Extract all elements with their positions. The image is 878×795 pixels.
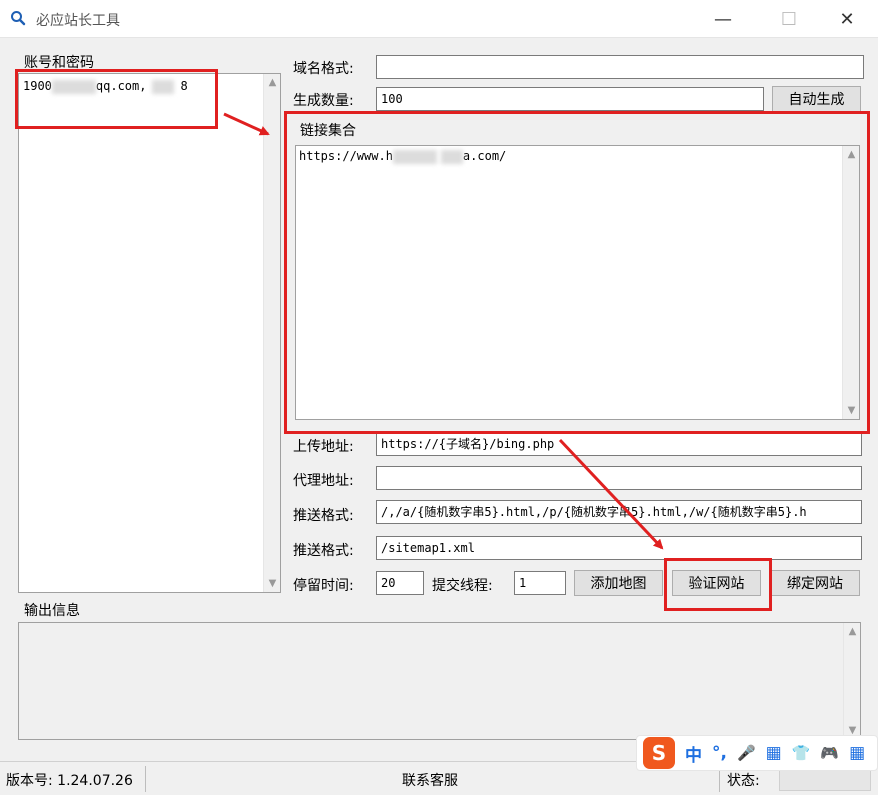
search-icon [11,11,26,26]
chevron-down-icon[interactable]: ▼ [264,575,281,592]
add-sitemap-button[interactable]: 添加地图 [574,570,663,596]
links-textarea[interactable]: https://www.h a.com/ ▲ ▼ [295,145,860,420]
game-icon[interactable]: 🎮 [820,744,839,762]
close-icon: ✕ [839,8,855,30]
chevron-up-icon[interactable]: ▲ [843,146,860,163]
proxy-addr-input[interactable] [376,466,862,490]
auto-generate-button[interactable]: 自动生成 [772,86,861,112]
gen-count-label: 生成数量: [293,93,354,109]
chevron-up-icon[interactable]: ▲ [844,623,861,640]
links-scrollbar[interactable]: ▲ ▼ [842,146,859,419]
microphone-icon[interactable]: 🎤 [737,744,756,762]
minimize-button[interactable]: — [700,0,746,38]
stay-time-input[interactable]: 20 [376,571,424,595]
chevron-down-icon[interactable]: ▼ [843,402,860,419]
maximize-button[interactable]: ☐ [766,0,812,38]
skin-icon[interactable]: 👕 [792,744,811,762]
toolbox-icon[interactable]: ▦ [849,743,865,763]
push-format-input-2[interactable]: /sitemap1.xml [376,536,862,560]
domain-format-input[interactable] [376,55,864,79]
close-button[interactable]: ✕ [824,0,870,38]
push-format-label-2: 推送格式: [293,543,354,559]
sogou-logo-icon[interactable]: S [643,737,675,769]
links-text: https://www.h a.com/ [299,149,507,164]
minimize-icon: — [714,8,732,30]
domain-format-label: 域名格式: [293,61,354,77]
punctuation-button[interactable]: °, [712,743,727,763]
status-label: 状态: [727,773,760,789]
version-label: 版本号: 1.24.07.26 [6,773,133,789]
accounts-group-label: 账号和密码 [24,55,94,71]
output-textarea[interactable]: ▲ ▼ [18,622,861,740]
accounts-listbox[interactable]: 1900 qq.com, 8 ▲ ▼ [18,73,281,593]
output-scrollbar[interactable]: ▲ ▼ [843,623,860,739]
push-format-input[interactable]: /,/a/{随机数字串5}.html,/p/{随机数字串5}.html,/w/{… [376,500,862,524]
upload-addr-input[interactable]: https://{子域名}/bing.php [376,432,862,456]
contact-support-link[interactable]: 联系客服 [402,770,458,790]
title-bar: 必应站长工具 — ☐ ✕ [0,0,878,38]
bind-site-button[interactable]: 绑定网站 [770,570,860,596]
verify-site-button[interactable]: 验证网站 [672,570,761,596]
maximize-icon: ☐ [780,8,798,30]
output-group-label: 输出信息 [24,603,80,619]
chevron-up-icon[interactable]: ▲ [264,74,281,91]
gen-count-input[interactable]: 100 [376,87,764,111]
keyboard-icon[interactable]: ▦ [766,743,782,763]
threads-label: 提交线程: [432,578,493,594]
threads-input[interactable]: 1 [514,571,566,595]
proxy-addr-label: 代理地址: [293,473,354,489]
window-title: 必应站长工具 [36,13,120,29]
accounts-scrollbar[interactable]: ▲ ▼ [263,74,280,592]
list-item[interactable]: 1900 qq.com, 8 [23,79,188,94]
stay-time-label: 停留时间: [293,578,354,594]
upload-addr-label: 上传地址: [293,439,354,455]
ime-toolbar[interactable]: S 中 °, 🎤 ▦ 👕 🎮 ▦ [636,735,878,771]
arrow-to-verify [558,438,664,550]
links-group-label: 链接集合 [300,123,356,139]
push-format-label: 推送格式: [293,508,354,524]
chinese-mode-button[interactable]: 中 [685,741,702,766]
